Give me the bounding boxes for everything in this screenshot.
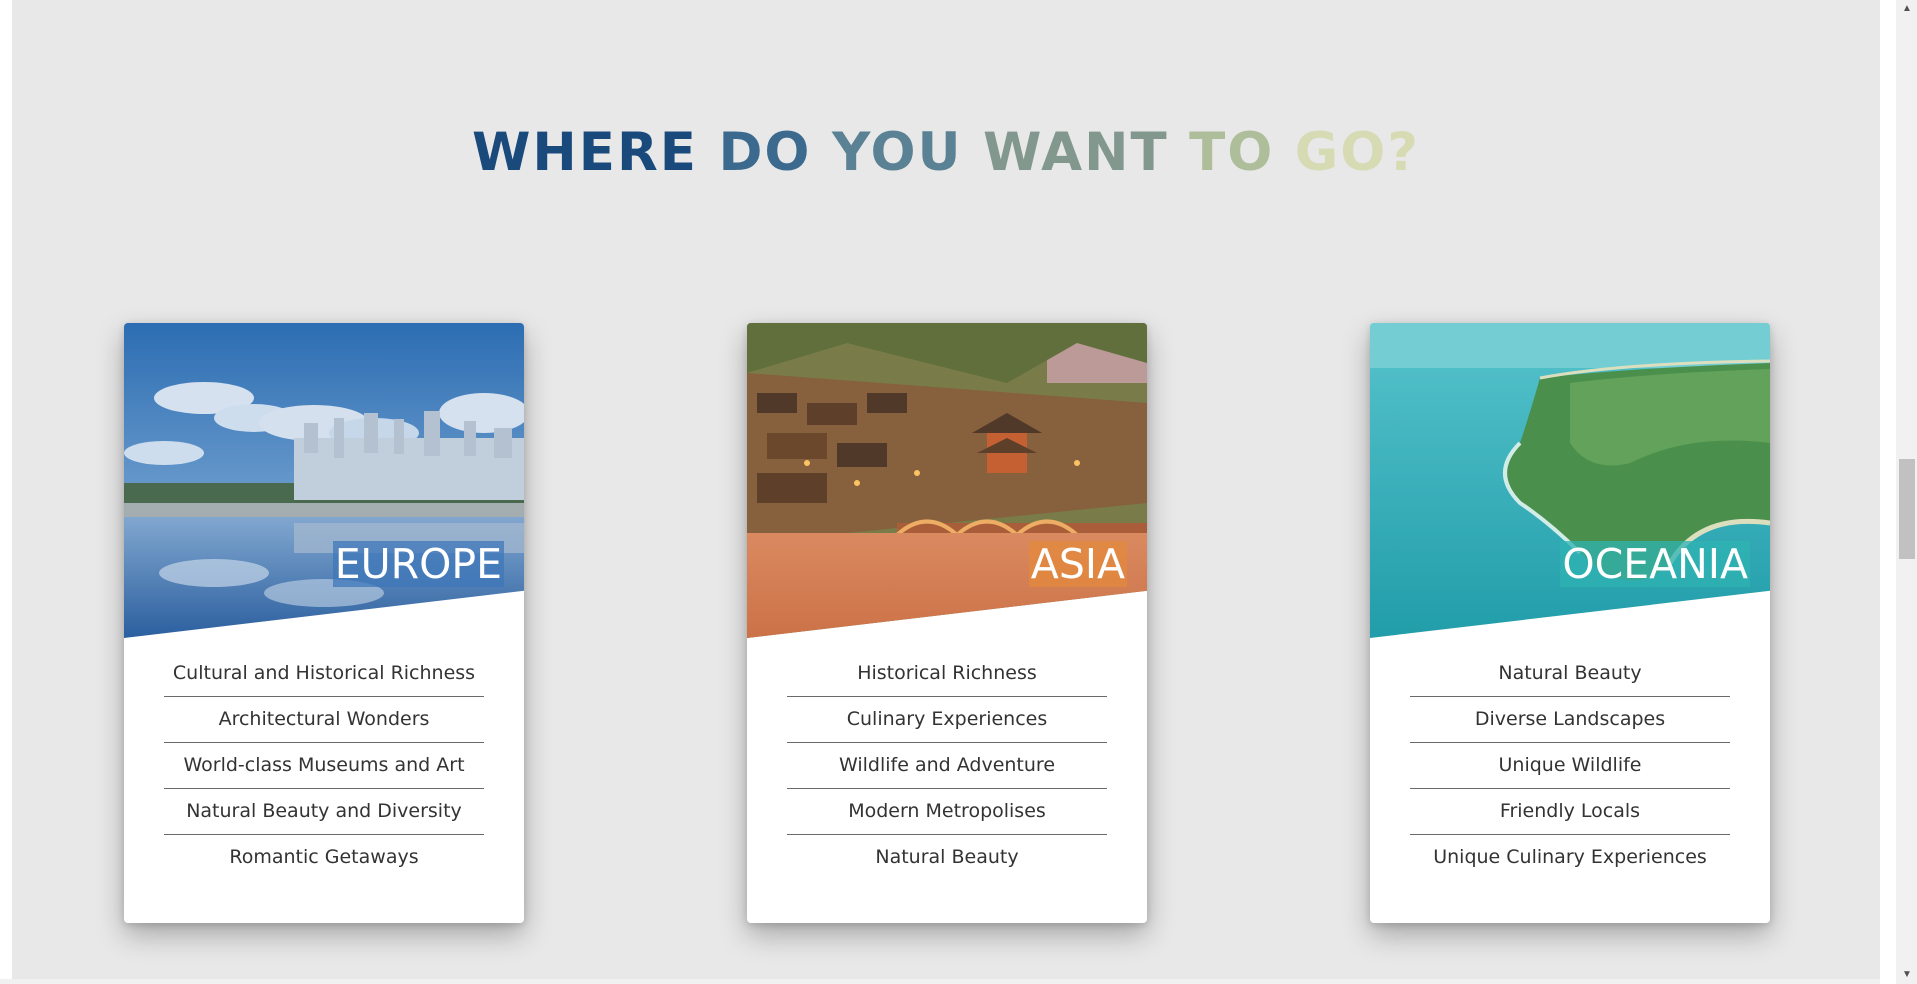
coastal-headland-photo [1370, 323, 1770, 638]
list-item: Wildlife and Adventure [787, 743, 1107, 789]
left-margin [0, 0, 12, 984]
triangle-up-icon[interactable]: ▲ [1898, 2, 1916, 16]
list-item: Romantic Getaways [229, 846, 419, 868]
castle-lake-photo [124, 323, 524, 638]
europe-image [124, 323, 524, 638]
vertical-scrollbar[interactable]: ▲ ▼ [1880, 0, 1917, 984]
list-item: Culinary Experiences [787, 697, 1107, 743]
card-europe[interactable]: EUROPE Cultural and Historical Richness … [124, 323, 524, 923]
riverside-town-photo [747, 323, 1147, 638]
asia-image [747, 323, 1147, 638]
list-item: Architectural Wonders [164, 697, 484, 743]
section-heading: WHERE DO YOU WANT TO GO? [12, 122, 1880, 183]
list-item: Natural Beauty [1410, 651, 1730, 697]
heading-word: DO [718, 122, 812, 183]
feature-list-asia: Historical Richness Culinary Experiences… [787, 651, 1107, 880]
list-item: Historical Richness [787, 651, 1107, 697]
card-asia[interactable]: ASIA Historical Richness Culinary Experi… [747, 323, 1147, 923]
region-tag-asia: ASIA [1028, 540, 1127, 588]
heading-word: GO? [1294, 122, 1421, 183]
triangle-down-icon[interactable]: ▼ [1898, 968, 1916, 982]
list-item: Modern Metropolises [787, 789, 1107, 835]
feature-list-europe: Cultural and Historical Richness Archite… [164, 651, 484, 880]
scrollbar-thumb[interactable] [1899, 459, 1915, 559]
heading-word: TO [1189, 122, 1275, 183]
list-item: World-class Museums and Art [164, 743, 484, 789]
heading-word: WHERE [471, 122, 698, 183]
heading-word: WANT [983, 122, 1169, 183]
card-oceania[interactable]: OCEANIA Natural Beauty Diverse Landscape… [1370, 323, 1770, 923]
oceania-image [1370, 323, 1770, 638]
page: WHERE DO YOU WANT TO GO? EUROPE Cultural… [0, 0, 1917, 984]
region-tag-oceania: OCEANIA [1560, 540, 1750, 588]
list-item: Friendly Locals [1410, 789, 1730, 835]
list-item: Unique Culinary Experiences [1433, 846, 1707, 868]
list-item: Unique Wildlife [1410, 743, 1730, 789]
list-item: Natural Beauty [875, 846, 1019, 868]
bottom-edge [0, 979, 1880, 984]
feature-list-oceania: Natural Beauty Diverse Landscapes Unique… [1410, 651, 1730, 880]
list-item: Natural Beauty and Diversity [164, 789, 484, 835]
region-tag-europe: EUROPE [332, 540, 504, 588]
destinations-section: WHERE DO YOU WANT TO GO? EUROPE Cultural… [12, 0, 1880, 984]
list-item: Cultural and Historical Richness [164, 651, 484, 697]
heading-word: YOU [831, 122, 963, 183]
list-item: Diverse Landscapes [1410, 697, 1730, 743]
